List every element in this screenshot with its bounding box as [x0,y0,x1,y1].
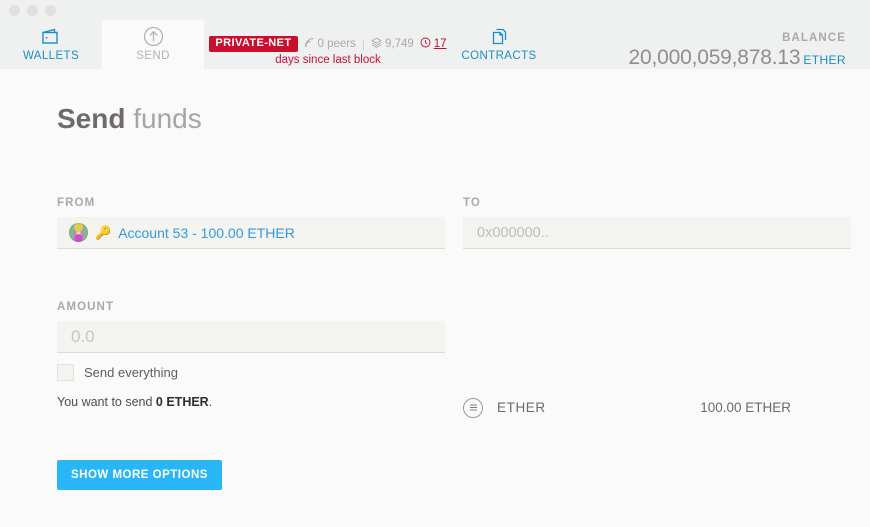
nav-tab-wallets-label: WALLETS [22,50,80,62]
page-title-light: funds [125,103,202,134]
send-everything-checkbox[interactable] [57,364,74,381]
key-icon: 🔑 [95,225,112,240]
amount-label: AMOUNT [57,301,115,313]
amount-field-group: AMOUNT 0.0 Send everything You want to s… [57,301,445,490]
from-label: FROM [57,197,96,209]
balance-row: 20,000,059,878.13 ETHER [629,46,846,70]
send-form-amount: AMOUNT 0.0 Send everything You want to s… [57,301,870,490]
clock-icon [420,37,431,51]
from-account-text: Account 53 - 100.00 ETHER [118,224,295,241]
last-block-subtitle: days since last block [275,54,381,66]
network-badge: PRIVATE-NET [209,36,298,52]
balance-unit: ETHER [803,53,846,67]
network-status: PRIVATE-NET 0 peers | 9,749 17 days sinc… [208,20,448,66]
block-count: 9,749 [371,37,414,51]
active-tab-indicator [155,69,249,83]
peer-count: 0 peers [304,37,356,51]
block-icon [371,37,382,51]
send-summary-suffix: . [208,395,213,409]
documents-icon [489,25,510,47]
page-body: Send funds FROM 🔑 Account 53 - 100.00 ET… [0,69,870,490]
send-summary: You want to send 0 ETHER. [57,395,445,409]
to-label: TO [463,197,481,209]
app-header: WALLETS SEND PRIVATE-NET 0 peers | 9,749… [0,20,870,83]
identicon [69,223,88,242]
from-account-select[interactable]: 🔑 Account 53 - 100.00 ETHER [57,217,445,249]
to-address-placeholder: 0x000000.. [477,224,549,241]
maximize-window-button[interactable] [45,4,56,16]
to-field-group: TO 0x000000.. [463,197,851,249]
page-title-bold: Send [57,103,126,134]
balance-label: BALANCE [782,32,846,44]
network-status-row: PRIVATE-NET 0 peers | 9,749 17 [209,36,447,52]
status-divider: | [361,37,365,51]
nav-tab-send-label: SEND [136,50,170,62]
nav-tab-contracts-label: CONTRACTS [461,50,537,62]
currency-row: ETHER 100.00 ETHER [463,301,851,490]
window-titlebar [0,0,870,20]
show-more-options-button[interactable]: SHOW MORE OPTIONS [57,460,222,490]
balance-value: 20,000,059,878.13 [628,46,801,69]
last-block-time: 17 [420,37,447,51]
nav-tab-wallets[interactable]: WALLETS [0,20,102,69]
send-form-top: FROM 🔑 Account 53 - 100.00 ETHER TO 0x00… [57,197,870,249]
nav-tab-send[interactable]: SEND [102,20,204,69]
amount-input[interactable]: 0.0 [57,321,445,353]
amount-placeholder: 0.0 [71,326,95,346]
send-everything-row: Send everything [57,364,445,381]
from-field-group: FROM 🔑 Account 53 - 100.00 ETHER [57,197,445,249]
currency-available-amount: 100.00 ETHER [700,400,791,415]
send-summary-amount: 0 ETHER [155,395,209,409]
page-title: Send funds [57,103,870,135]
wallet-icon [41,25,61,47]
list-circle-icon[interactable] [463,397,483,418]
block-count-value: 9,749 [385,38,414,50]
signal-icon [304,37,315,51]
minimize-window-button[interactable] [27,4,38,16]
send-summary-prefix: You want to send [57,395,156,409]
close-window-button[interactable] [9,4,20,16]
send-everything-label: Send everything [84,365,178,380]
to-address-input[interactable]: 0x000000.. [463,217,851,249]
balance-block: BALANCE 20,000,059,878.13 ETHER [629,20,870,70]
peer-count-value: 0 peers [317,38,356,50]
last-block-time-value: 17 [433,38,447,50]
up-arrow-circle-icon [143,25,164,47]
nav-tab-contracts[interactable]: CONTRACTS [448,20,550,69]
currency-unit-name: ETHER [497,400,546,415]
